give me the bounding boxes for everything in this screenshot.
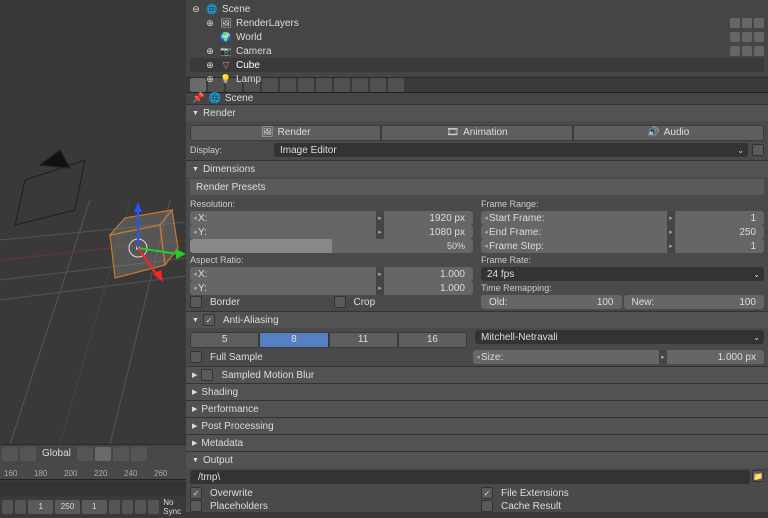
aa-5-button[interactable]: 5	[190, 332, 259, 348]
selectable-icon[interactable]	[742, 18, 752, 28]
manipulator-icon[interactable]	[77, 447, 93, 461]
panel-header-shading[interactable]: ▶Shading	[186, 384, 768, 400]
orientation-label[interactable]: Global	[38, 448, 75, 459]
collapse-icon[interactable]: ⊖	[190, 3, 202, 15]
camera-icon: 📷	[220, 45, 232, 57]
lamp-icon: 💡	[220, 73, 232, 85]
end-frame-field[interactable]: ◂End Frame:250▸	[481, 225, 764, 239]
animation-button[interactable]: 🎞Animation	[381, 125, 572, 141]
renderable-icon[interactable]	[754, 18, 764, 28]
aa-16-button[interactable]: 16	[398, 332, 467, 348]
cache-result-checkbox[interactable]	[481, 500, 493, 512]
lock-icon[interactable]	[752, 144, 764, 156]
frame-step-field[interactable]: ◂Frame Step:1▸	[481, 239, 764, 253]
start-frame-field[interactable]: ◂Start Frame:1▸	[481, 211, 764, 225]
resolution-percentage[interactable]: 50%	[190, 239, 473, 253]
timeline: 160 180 200 220 240 260 1 250 1 No Sync	[0, 462, 186, 512]
panel-header-dimensions[interactable]: ▼Dimensions	[186, 161, 768, 177]
aspect-x-field[interactable]: ◂X:1.000▸	[190, 267, 473, 281]
outliner[interactable]: ⊖ 🌐 Scene ⊕ 🖼 RenderLayers 🌍 World ⊕ 📷 Camera ⊕…	[186, 0, 768, 78]
aa-8-button[interactable]: 8	[259, 332, 328, 348]
panel-header-output[interactable]: ▼Output	[186, 452, 768, 468]
outliner-item[interactable]: RenderLayers	[236, 18, 299, 29]
scene-icon: 🌐	[208, 93, 220, 104]
render-button[interactable]: 🖼Render	[190, 125, 381, 141]
3d-viewport[interactable]	[0, 0, 186, 444]
crop-checkbox[interactable]	[334, 296, 346, 308]
preset-add-icon[interactable]	[748, 181, 760, 193]
resolution-y-field[interactable]: ◂Y:1080 px▸	[190, 225, 473, 239]
manipulator-scale-icon[interactable]	[131, 447, 147, 461]
panel-header-antialiasing[interactable]: ▼Anti-Aliasing	[186, 312, 768, 328]
panel-header-motion-blur[interactable]: ▶Sampled Motion Blur	[186, 367, 768, 383]
overwrite-checkbox[interactable]	[190, 487, 202, 499]
pin-icon[interactable]: 📌	[192, 93, 204, 104]
resolution-x-field[interactable]: ◂X:1920 px▸	[190, 211, 473, 225]
aa-11-button[interactable]: 11	[329, 332, 398, 348]
filter-size-field[interactable]: ◂Size:1.000 px▸	[473, 350, 764, 364]
visibility-icon[interactable]	[730, 18, 740, 28]
output-path-field[interactable]: /tmp\	[190, 470, 750, 484]
timeline-ruler[interactable]: 160 180 200 220 240 260	[0, 462, 186, 480]
timeline-track[interactable]	[0, 482, 186, 496]
scene-label[interactable]: Scene	[222, 4, 250, 15]
expand-icon[interactable]: ⊕	[204, 45, 216, 57]
panel-header-post-processing[interactable]: ▶Post Processing	[186, 418, 768, 434]
remap-new-field[interactable]: New:100	[624, 295, 765, 309]
remap-old-field[interactable]: Old:100	[481, 295, 622, 309]
placeholders-checkbox[interactable]	[190, 500, 202, 512]
mesh-icon: ▽	[220, 59, 232, 71]
antialiasing-checkbox[interactable]	[203, 314, 215, 326]
aspect-y-field[interactable]: ◂Y:1.000▸	[190, 281, 473, 295]
full-sample-checkbox[interactable]	[190, 351, 202, 363]
render-presets-dropdown[interactable]: Render Presets	[190, 179, 764, 195]
editor-type-icon[interactable]	[2, 447, 18, 461]
expand-icon[interactable]: ⊕	[204, 59, 216, 71]
disclosure-icon: ▼	[192, 110, 199, 117]
outliner-item[interactable]: Camera	[236, 46, 272, 57]
framerate-dropdown[interactable]: 24 fps	[481, 267, 764, 281]
world-icon: 🌍	[220, 31, 232, 43]
display-dropdown[interactable]: Image Editor	[274, 143, 748, 157]
restriction-toggles	[730, 18, 764, 60]
outliner-item[interactable]: Cube	[236, 60, 260, 71]
expand-icon[interactable]: ⊕	[204, 17, 216, 29]
border-checkbox[interactable]	[190, 296, 202, 308]
expand-icon[interactable]: ⊕	[204, 73, 216, 85]
file-browser-icon[interactable]: 📁	[752, 470, 764, 482]
manipulator-translate-icon[interactable]	[95, 447, 111, 461]
renderlayers-icon: 🖼	[220, 17, 232, 29]
sync-mode[interactable]: No Sync	[161, 498, 184, 516]
outliner-item[interactable]: Lamp	[236, 74, 261, 85]
mode-icon[interactable]	[20, 447, 36, 461]
file-extensions-checkbox[interactable]	[481, 487, 493, 499]
panel-header-performance[interactable]: ▶Performance	[186, 401, 768, 417]
outliner-item[interactable]: World	[236, 32, 262, 43]
audio-button[interactable]: 🔊Audio	[573, 125, 764, 141]
manipulator-rotate-icon[interactable]	[113, 447, 129, 461]
properties-editor: 📌 🌐 Scene ▼Render 🖼Render 🎞Animation 🔊Audi…	[186, 78, 768, 512]
scene-icon: 🌐	[206, 3, 218, 15]
panel-header-render[interactable]: ▼Render	[186, 105, 768, 121]
panel-header-metadata[interactable]: ▶Metadata	[186, 435, 768, 451]
aa-filter-dropdown[interactable]: Mitchell-Netravali	[475, 330, 764, 344]
breadcrumb-label: Scene	[225, 93, 253, 104]
motion-blur-checkbox[interactable]	[201, 369, 213, 381]
viewport-header: Global	[0, 444, 186, 462]
